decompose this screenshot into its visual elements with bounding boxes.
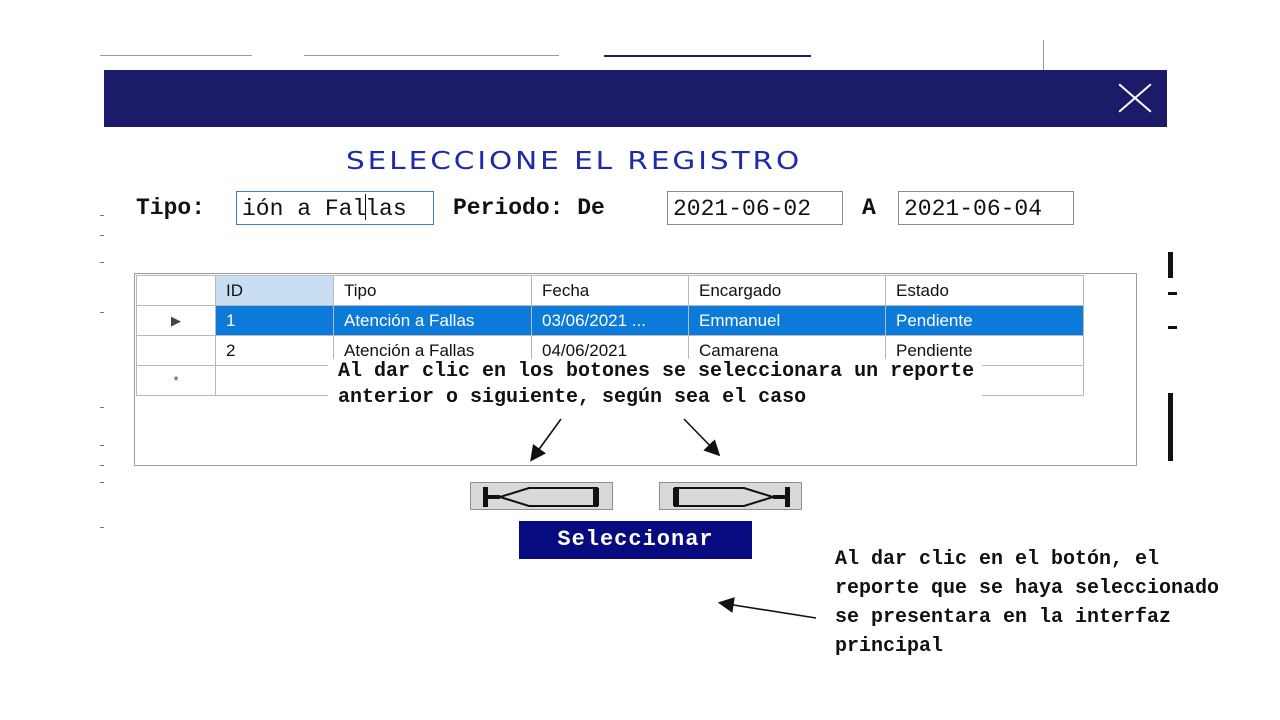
annotation-arrows — [530, 418, 817, 619]
arrow-to-previous-button — [530, 418, 562, 462]
arrow-to-select-button — [717, 597, 817, 619]
arrow-to-next-button — [683, 418, 721, 457]
